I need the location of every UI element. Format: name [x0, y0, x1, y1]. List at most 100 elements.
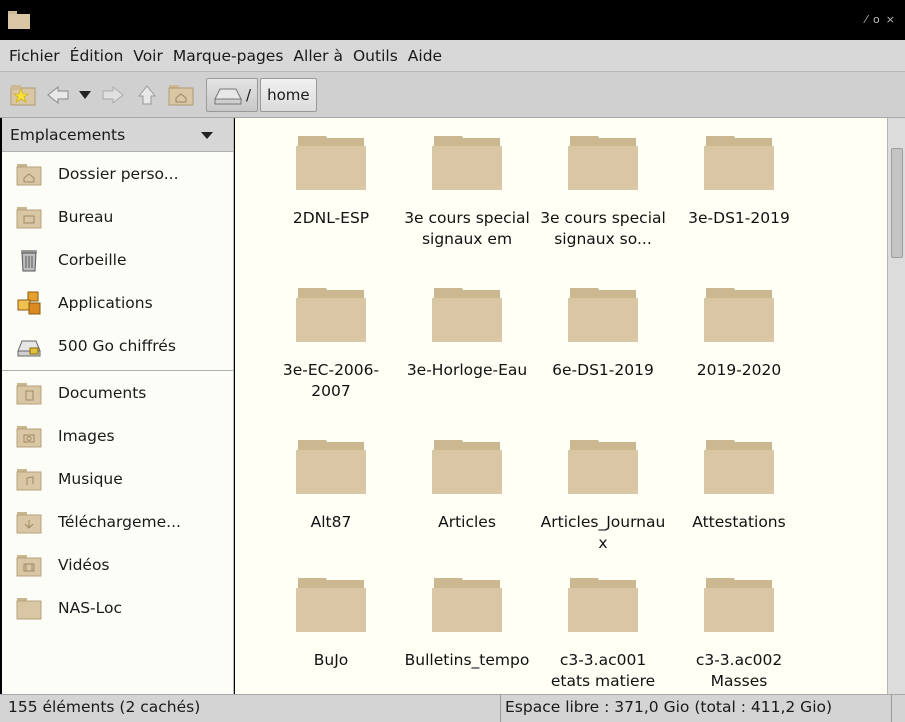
- chevron-down-icon: [201, 132, 213, 139]
- sidebar-item-downloads[interactable]: Téléchargeme...: [2, 500, 233, 543]
- folder-item[interactable]: Attestations: [675, 436, 803, 533]
- drive-icon: [214, 88, 242, 104]
- sidebar-item-music[interactable]: Musique: [2, 457, 233, 500]
- path-root-button[interactable]: /: [206, 77, 259, 112]
- parent-folder-button[interactable]: [132, 78, 162, 112]
- folder-item[interactable]: c3-3.ac001 etats matiere: [539, 574, 667, 692]
- home-button[interactable]: [164, 78, 198, 112]
- menu-label: Marque-pages: [172, 46, 284, 65]
- new-folder-star-icon: [10, 84, 36, 105]
- menu-label: Édition: [69, 46, 124, 65]
- window-controls: ⁄o×: [865, 13, 901, 26]
- restore-button[interactable]: o: [873, 13, 886, 26]
- folder-item[interactable]: 2019-2020: [675, 284, 803, 381]
- path-home-label: home: [267, 85, 310, 104]
- sidebar-mode-dropdown[interactable]: Emplacements: [2, 118, 233, 152]
- folder-name: c3-3.ac001 etats matiere: [550, 651, 656, 690]
- sidebar-item-desktop[interactable]: Bureau: [2, 195, 233, 238]
- sidebar-item-nas-loc[interactable]: NAS-Loc: [2, 586, 233, 629]
- file-view: 2DNL-ESP 3e cours special signaux em 3e co…: [235, 118, 887, 694]
- sidebar-item-label: Vidéos: [58, 555, 110, 574]
- sidebar-item-videos[interactable]: Vidéos: [2, 543, 233, 586]
- menu-label: Aller à: [293, 46, 343, 65]
- back-arrow-icon: [47, 85, 69, 104]
- menu-fichier[interactable]: Fichier: [4, 47, 65, 65]
- folder-name: 3e cours special signaux so...: [540, 209, 666, 248]
- forward-arrow-icon: [102, 85, 124, 104]
- sidebar-item-home[interactable]: Dossier perso...: [2, 152, 233, 195]
- folder-app-icon: [8, 11, 30, 29]
- sidebar-header-label: Emplacements: [10, 125, 126, 144]
- folder-icon: [432, 440, 502, 494]
- folder-item[interactable]: Articles: [403, 436, 531, 533]
- sidebar-item-label: 500 Go chiffrés: [58, 336, 176, 355]
- folder-item[interactable]: Articles_Journaux: [539, 436, 667, 554]
- folder-name: 3e cours special signaux em: [404, 209, 530, 248]
- folder-name: Attestations: [692, 513, 786, 531]
- folder-item[interactable]: c3-3.ac002 Masses: [675, 574, 803, 692]
- pictures-folder-icon: [16, 425, 42, 447]
- folder-item[interactable]: Bulletins_tempo: [403, 574, 531, 671]
- folder-name: Alt87: [310, 513, 352, 531]
- new-tab-button[interactable]: [6, 78, 40, 112]
- up-arrow-icon: [137, 84, 157, 104]
- sidebar-item-documents[interactable]: Documents: [2, 371, 233, 414]
- folder-item[interactable]: 3e-EC-2006-2007: [267, 284, 395, 402]
- sidebar-item-label: Téléchargeme...: [58, 512, 181, 531]
- sidebar-item-images[interactable]: Images: [2, 414, 233, 457]
- folder-item[interactable]: Alt87: [267, 436, 395, 533]
- sidebar-item-label: Corbeille: [58, 250, 127, 269]
- home-folder-icon: [16, 163, 42, 185]
- folder-item[interactable]: 3e-DS1-2019: [675, 132, 803, 229]
- menu-aide[interactable]: Aide: [403, 47, 447, 65]
- sidebar-item-label: Dossier perso...: [58, 164, 179, 183]
- folder-item[interactable]: BuJo: [267, 574, 395, 671]
- sidebar: Emplacements Dossier perso... Bureau Cor…: [2, 118, 234, 694]
- sidebar-item-label: Documents: [58, 383, 147, 402]
- folder-icon: [432, 136, 502, 190]
- sidebar-item-label: Bureau: [58, 207, 114, 226]
- sidebar-item-encrypted-drive[interactable]: 500 Go chiffrés: [2, 324, 233, 367]
- menu-outils[interactable]: Outils: [348, 47, 403, 65]
- folder-name: 2DNL-ESP: [292, 209, 370, 227]
- menu-label: Outils: [352, 46, 398, 65]
- menu-edition[interactable]: Édition: [65, 47, 129, 65]
- sidebar-item-applications[interactable]: Applications: [2, 281, 233, 324]
- item-count-status: 155 éléments (2 cachés): [8, 698, 201, 716]
- folder-item[interactable]: 3e-Horloge-Eau: [403, 284, 531, 381]
- documents-folder-icon: [16, 382, 42, 404]
- folder-name: 6e-DS1-2019: [552, 361, 654, 379]
- chevron-down-icon: [79, 90, 91, 99]
- folder-icon: [704, 136, 774, 190]
- videos-folder-icon: [16, 554, 42, 576]
- folder-icon: [296, 440, 366, 494]
- folder-name: 3e-Horloge-Eau: [406, 361, 528, 379]
- folder-icon: [568, 288, 638, 342]
- folder-item[interactable]: 3e cours special signaux em: [403, 132, 531, 250]
- menu-aller-a[interactable]: Aller à: [288, 47, 348, 65]
- vertical-scrollbar[interactable]: [887, 118, 905, 694]
- folder-name: c3-3.ac002 Masses: [695, 651, 783, 690]
- folder-name: 3e-DS1-2019: [688, 209, 790, 227]
- back-button[interactable]: [42, 78, 74, 112]
- folder-icon: [704, 578, 774, 632]
- path-home-button[interactable]: home: [260, 77, 317, 112]
- menu-label: Voir: [133, 46, 163, 65]
- folder-name: 2019-2020: [696, 361, 782, 379]
- folder-item[interactable]: 3e cours special signaux so...: [539, 132, 667, 250]
- folder-icon: [432, 578, 502, 632]
- folder-item[interactable]: 2DNL-ESP: [267, 132, 395, 229]
- close-button[interactable]: ×: [886, 13, 901, 26]
- folder-icon: [296, 288, 366, 342]
- menu-voir[interactable]: Voir: [128, 47, 168, 65]
- menu-marque-pages[interactable]: Marque-pages: [168, 47, 289, 65]
- folder-icon: [16, 597, 42, 619]
- scrollbar-thumb[interactable]: [891, 148, 903, 258]
- folder-icon: [296, 578, 366, 632]
- desktop-folder-icon: [16, 206, 42, 228]
- forward-button[interactable]: [96, 78, 130, 112]
- folder-item[interactable]: 6e-DS1-2019: [539, 284, 667, 381]
- sidebar-item-trash[interactable]: Corbeille: [2, 238, 233, 281]
- maximize-button[interactable]: ⁄: [865, 13, 873, 26]
- history-dropdown-button[interactable]: [76, 78, 94, 112]
